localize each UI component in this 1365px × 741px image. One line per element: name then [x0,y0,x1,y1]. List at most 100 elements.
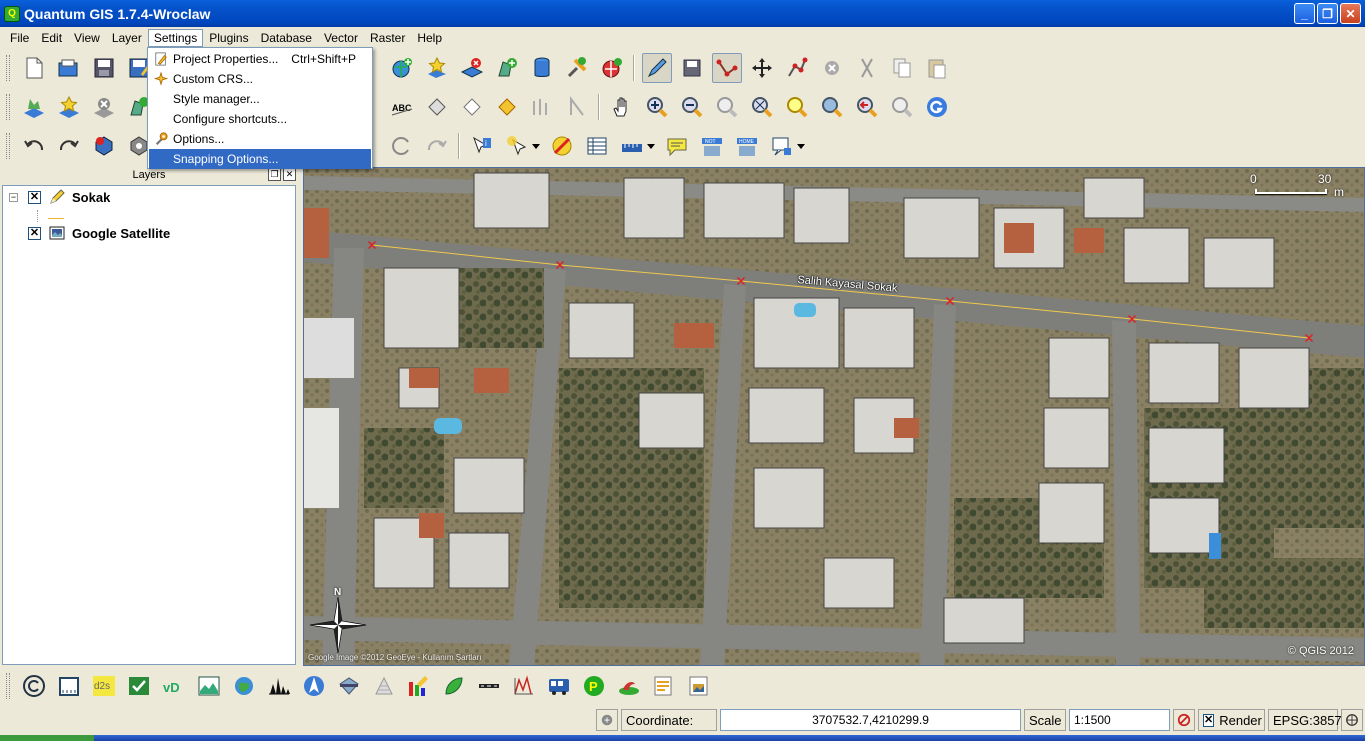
add-wms-layer-icon[interactable] [387,53,417,83]
open-project-icon[interactable] [54,53,84,83]
zoom-last-icon[interactable] [852,92,882,122]
layer-expander[interactable]: − [9,192,18,202]
save-project-icon[interactable] [89,53,119,83]
zoom-in-icon[interactable] [642,92,672,122]
leaf-tool-icon[interactable] [439,671,469,701]
gps-tools-icon[interactable] [562,53,592,83]
new-spatialite-icon[interactable] [527,53,557,83]
copyright-label-icon[interactable] [19,671,49,701]
copy-features-icon[interactable] [887,53,917,83]
menu-item-custom-crs[interactable]: Custom CRS... [149,69,371,89]
scale-bar-plugin-icon[interactable] [54,671,84,701]
globe-plugin-icon[interactable] [229,671,259,701]
map-tips-icon[interactable] [662,131,692,161]
menu-vector[interactable]: Vector [318,29,364,47]
add-wfs-icon[interactable] [597,53,627,83]
save-edits-icon[interactable] [677,53,707,83]
menu-help[interactable]: Help [411,29,448,47]
pan-hand-icon[interactable] [607,92,637,122]
menu-edit[interactable]: Edit [35,29,68,47]
layer-visibility-checkbox[interactable]: ✕ [28,190,41,204]
float-panel-icon[interactable]: ❐ [268,168,281,181]
coordinate-field[interactable]: 3707532.7,4210299.9 [720,709,1021,731]
profile-tool-icon[interactable] [509,671,539,701]
cut-features-icon[interactable] [852,53,882,83]
menu-database[interactable]: Database [255,29,318,47]
paste-features-icon[interactable] [922,53,952,83]
delete-selected-icon[interactable] [817,53,847,83]
annotation-dropdown-arrow[interactable] [797,143,805,149]
add-raster-layer-icon[interactable] [54,92,84,122]
add-vector-layer-icon[interactable] [19,92,49,122]
menu-plugins[interactable]: Plugins [203,29,254,47]
image-export-icon[interactable] [684,671,714,701]
rotate-feature-icon[interactable] [422,131,452,161]
new-bookmark-icon[interactable]: NOT [697,131,727,161]
select-dropdown-arrow[interactable] [532,143,540,149]
plugin-bird-icon[interactable] [614,671,644,701]
layer-row-sokak[interactable]: − ✕ Sokak [3,186,110,208]
minimize-button[interactable]: _ [1294,3,1315,24]
menu-item-style-manager[interactable]: Style manager... [149,89,371,109]
menu-layer[interactable]: Layer [106,29,148,47]
remove-layer-icon[interactable] [457,53,487,83]
zoom-next-icon[interactable] [887,92,917,122]
georeferencer-icon[interactable] [124,671,154,701]
render-checkbox[interactable]: ✕ [1203,713,1215,727]
select-features-icon[interactable] [502,131,532,161]
vd-plugin-icon[interactable]: vD [159,671,189,701]
stop-render-icon[interactable] [1173,709,1195,731]
zoom-actual-icon[interactable] [712,92,742,122]
toggle-extents-icon[interactable] [596,709,618,731]
menu-item-snapping-options[interactable]: Snapping Options... [149,149,371,169]
render-toggle[interactable]: ✕ Render [1198,709,1265,731]
simplify-feature-icon[interactable] [89,131,119,161]
edit-ruler-icon[interactable] [404,671,434,701]
north-arrow-plugin-icon[interactable] [299,671,329,701]
close-panel-icon[interactable]: ✕ [283,168,296,181]
attribute-table-icon[interactable] [582,131,612,161]
histogram-icon[interactable] [264,671,294,701]
node-tool-icon[interactable] [782,53,812,83]
toggle-editing-icon[interactable] [641,53,672,83]
layer-visibility-checkbox[interactable]: ✕ [28,226,41,240]
label-tool-icon[interactable]: ABC [387,92,417,122]
diamond-tool-icon[interactable] [334,671,364,701]
undo-icon[interactable] [19,131,49,161]
refresh-icon[interactable] [922,92,952,122]
menu-settings[interactable]: Settings [147,28,204,47]
move-label-icon[interactable] [492,92,522,122]
rotate-label-icon[interactable] [527,92,557,122]
start-button[interactable] [0,735,94,741]
scale-field[interactable]: 1:1500 [1069,709,1170,731]
raster-terrain-icon[interactable] [194,671,224,701]
show-labels-icon[interactable] [457,92,487,122]
add-layer-icon[interactable] [492,53,522,83]
pin-labels-icon[interactable] [422,92,452,122]
bus-plugin-icon[interactable] [544,671,574,701]
annotation-icon[interactable] [767,131,797,161]
zoom-layer-icon[interactable] [817,92,847,122]
crs-status-button[interactable]: EPSG:3857 [1268,709,1342,731]
zoom-full-icon[interactable] [747,92,777,122]
menu-view[interactable]: View [68,29,106,47]
redo-icon[interactable] [54,131,84,161]
deselect-icon[interactable] [547,131,577,161]
identify-icon[interactable]: i [467,131,497,161]
capture-line-icon[interactable] [711,53,742,83]
map-canvas[interactable]: Salih Kayasal Sokak 0 30 m N Google Imag… [303,167,1365,666]
reshape-icon[interactable] [387,131,417,161]
d2s-icon[interactable]: d2s [89,671,119,701]
menu-item-configure-shortcuts[interactable]: Configure shortcuts... [149,109,371,129]
new-project-icon[interactable] [19,53,49,83]
notepad-plugin-icon[interactable] [649,671,679,701]
close-button[interactable]: ✕ [1340,3,1361,24]
restore-button[interactable]: ❐ [1317,3,1338,24]
python-plugin-icon[interactable]: P [579,671,609,701]
projection-icon[interactable] [1341,709,1363,731]
zoom-out-icon[interactable] [677,92,707,122]
measure-dropdown-arrow[interactable] [647,143,655,149]
measure-line-icon[interactable] [617,131,647,161]
menu-file[interactable]: File [4,29,35,47]
menu-item-options[interactable]: Options... [149,129,371,149]
